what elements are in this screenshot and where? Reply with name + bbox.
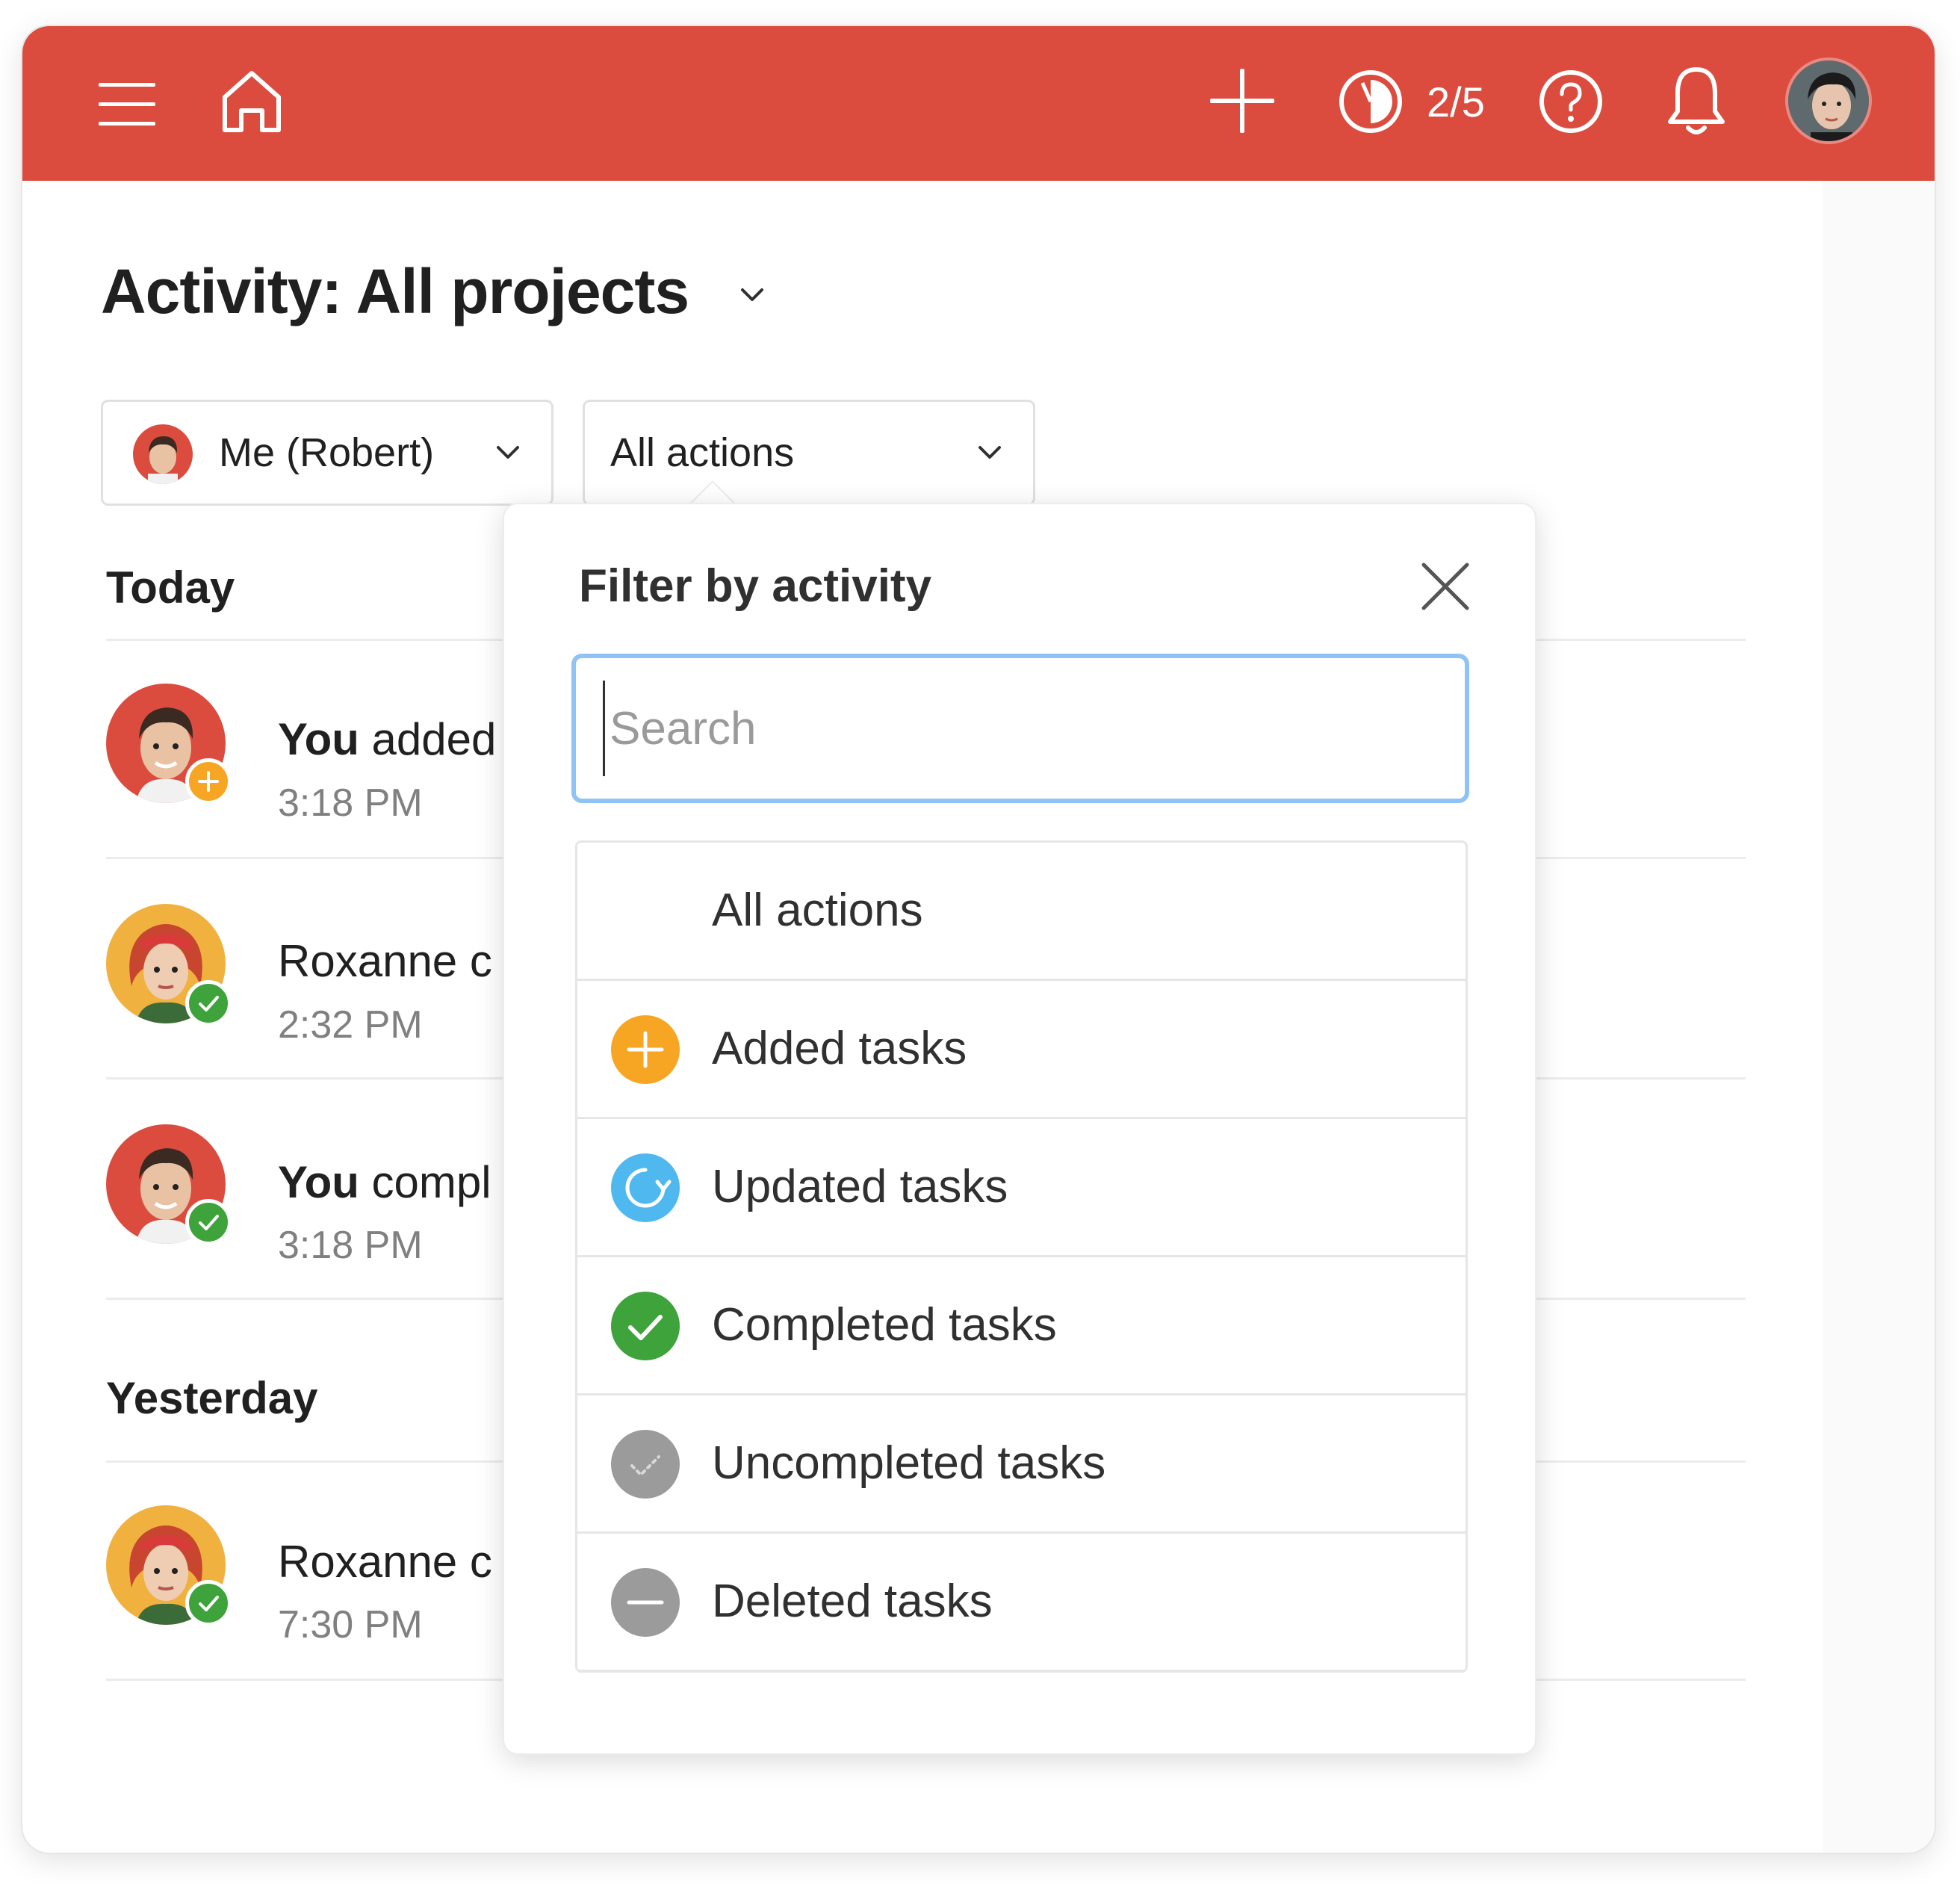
bell-icon[interactable] [1663, 63, 1730, 138]
filter-option-label: Added tasks [712, 1023, 967, 1074]
activity-desc: compl [359, 1157, 491, 1207]
popover-title: Filter by activity [579, 560, 932, 612]
filter-option-label: Uncompleted tasks [712, 1437, 1106, 1489]
activity-desc: Roxanne c [278, 936, 492, 986]
activity-text[interactable]: You added [278, 710, 496, 769]
filter-option-added-tasks[interactable]: Added tasks [577, 981, 1466, 1119]
search-input[interactable] [603, 681, 1424, 776]
filter-option-label: All actions [712, 885, 923, 936]
activity-time: 2:32 PM [278, 1003, 423, 1047]
completed-badge-icon [185, 980, 232, 1026]
filter-option-uncompleted-tasks[interactable]: Uncompleted tasks [577, 1395, 1466, 1534]
filter-option-label: Updated tasks [712, 1161, 1008, 1212]
question-circle-icon[interactable] [1537, 68, 1604, 135]
activity-desc: Roxanne c [278, 1537, 492, 1587]
minus-circle-icon [611, 1568, 680, 1637]
search-box [571, 654, 1469, 803]
person-filter-dropdown[interactable]: Me (Robert) [101, 400, 553, 506]
chevron-down-icon [497, 446, 519, 459]
action-filter-dropdown[interactable]: All actions [583, 400, 1035, 506]
productivity-pie-icon[interactable] [1337, 68, 1404, 135]
added-badge-icon [185, 758, 232, 805]
section-heading-today: Today [106, 563, 235, 613]
filter-option-all-actions[interactable]: All actions [577, 843, 1466, 981]
activity-filter-list: All actions Added tasks Updated tasks Co… [575, 840, 1468, 1673]
user-avatar[interactable] [1785, 58, 1872, 144]
robert-avatar [133, 424, 193, 484]
activity-time: 3:18 PM [278, 781, 423, 825]
plus-circle-icon [611, 1015, 680, 1084]
section-heading-yesterday: Yesterday [106, 1373, 318, 1423]
filter-option-completed-tasks[interactable]: Completed tasks [577, 1257, 1466, 1395]
activity-text[interactable]: You compl [278, 1153, 491, 1212]
home-icon[interactable] [220, 67, 283, 134]
hamburger-menu-icon[interactable] [97, 78, 160, 131]
completed-badge-icon [185, 1580, 232, 1626]
activity-text[interactable]: Roxanne c [278, 932, 492, 991]
activity-desc: added [359, 714, 497, 764]
activity-actor: You [278, 714, 359, 764]
filter-option-updated-tasks[interactable]: Updated tasks [577, 1119, 1466, 1257]
activity-time: 3:18 PM [278, 1224, 423, 1267]
refresh-circle-icon [611, 1153, 680, 1222]
activity-text[interactable]: Roxanne c [278, 1532, 492, 1592]
close-icon[interactable] [1419, 560, 1471, 613]
top-bar: 2/5 [22, 26, 1935, 181]
check-circle-icon [611, 1292, 680, 1360]
chevron-down-icon [979, 446, 1001, 459]
karma-progress[interactable]: 2/5 [1427, 72, 1485, 132]
chevron-down-icon[interactable] [739, 286, 765, 304]
activity-time: 7:30 PM [278, 1603, 423, 1646]
completed-badge-icon [185, 1199, 232, 1245]
filter-option-label: Completed tasks [712, 1299, 1057, 1351]
filter-option-deleted-tasks[interactable]: Deleted tasks [577, 1534, 1466, 1670]
action-filter-label: All actions [610, 430, 795, 475]
filter-option-label: Deleted tasks [712, 1576, 993, 1627]
uncheck-circle-icon [611, 1430, 680, 1499]
filter-by-activity-popover: Filter by activity All actions Added tas… [504, 504, 1535, 1753]
page-title: Activity: All projects [101, 256, 689, 326]
app-window: 2/5 Activity: All projects Me (Robert) A… [22, 26, 1935, 1853]
activity-actor: You [278, 1157, 359, 1207]
person-filter-label: Me (Robert) [219, 430, 435, 475]
plus-icon[interactable] [1209, 67, 1276, 134]
scroll-gutter [1823, 181, 1935, 1853]
